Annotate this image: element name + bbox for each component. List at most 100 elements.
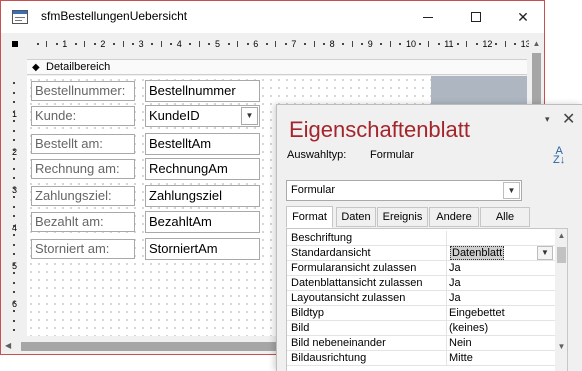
property-tabs: Format Daten Ereignis Andere Alle bbox=[286, 206, 566, 228]
property-row[interactable]: Beschriftung bbox=[287, 231, 555, 246]
maximize-icon bbox=[471, 12, 481, 22]
control-label[interactable]: Bestellt am: bbox=[31, 134, 135, 154]
pane-close-icon[interactable]: ✕ bbox=[562, 109, 575, 129]
tab-alle[interactable]: Alle bbox=[480, 207, 530, 227]
control-textbox[interactable]: Zahlungsziel bbox=[145, 185, 260, 207]
ruler-dot bbox=[494, 43, 497, 45]
ruler-tick bbox=[466, 41, 468, 47]
property-sheet: ▾ ✕ Eigenschaftenblatt Auswahltyp: Formu… bbox=[276, 104, 582, 371]
property-scrollbar[interactable]: ▲ ▼ bbox=[555, 229, 567, 371]
ruler-dot bbox=[13, 253, 15, 255]
ruler-dot bbox=[13, 215, 15, 217]
ruler-dot bbox=[74, 43, 77, 45]
property-value[interactable]: Eingebettet bbox=[449, 307, 505, 319]
property-divider bbox=[446, 276, 447, 291]
form-selector[interactable] bbox=[9, 38, 21, 50]
control-textbox[interactable]: StorniertAm bbox=[145, 238, 260, 260]
ruler-dot bbox=[437, 43, 440, 45]
property-value[interactable]: Mitte bbox=[449, 352, 473, 364]
object-select-value: Formular bbox=[291, 184, 336, 196]
control-textbox[interactable]: RechnungAm bbox=[145, 158, 260, 180]
scroll-down-icon[interactable]: ▼ bbox=[555, 342, 567, 351]
property-name: Bildausrichtung bbox=[291, 352, 367, 364]
property-value[interactable]: Nein bbox=[449, 337, 472, 349]
property-value[interactable]: Ja bbox=[449, 292, 461, 304]
property-value[interactable]: Ja bbox=[449, 262, 461, 274]
title-bar[interactable]: sfmBestellungenUebersicht ✕ bbox=[1, 1, 544, 33]
object-select[interactable]: Formular ▼ bbox=[286, 180, 522, 201]
property-divider bbox=[446, 231, 447, 246]
property-row[interactable]: Bild nebeneinander Nein bbox=[287, 336, 555, 351]
ruler-dot bbox=[13, 91, 15, 94]
property-row[interactable]: Datenblattansicht zulassen Ja bbox=[287, 276, 555, 291]
ruler-tick bbox=[389, 41, 391, 47]
property-row[interactable]: Bildtyp Eingebettet bbox=[287, 306, 555, 321]
scroll-up-icon[interactable]: ▲ bbox=[529, 39, 544, 49]
ruler-dot bbox=[13, 262, 15, 265]
tab-format[interactable]: Format bbox=[286, 206, 333, 228]
scroll-thumb[interactable] bbox=[557, 247, 566, 263]
close-button[interactable]: ✕ bbox=[500, 1, 544, 33]
control-label[interactable]: Bestellnummer: bbox=[31, 81, 135, 101]
control-label[interactable]: Kunde: bbox=[31, 106, 135, 126]
property-row[interactable]: Bildausrichtung Mitte bbox=[287, 351, 555, 366]
property-divider bbox=[446, 336, 447, 351]
ruler-dot bbox=[13, 167, 15, 170]
minimize-button[interactable] bbox=[405, 1, 451, 33]
chevron-down-icon[interactable]: ▼ bbox=[241, 107, 258, 125]
close-icon: ✕ bbox=[517, 8, 529, 25]
ruler-number: 3 bbox=[138, 39, 144, 49]
window-title: sfmBestellungenUebersicht bbox=[41, 9, 188, 23]
ruler-dot bbox=[13, 82, 15, 84]
ruler-tick bbox=[122, 41, 124, 47]
pane-options-icon[interactable]: ▾ bbox=[545, 114, 550, 125]
chevron-down-icon[interactable]: ▼ bbox=[503, 182, 520, 199]
tab-daten[interactable]: Daten bbox=[336, 207, 376, 227]
ruler-dot bbox=[323, 43, 325, 45]
tab-ereignis[interactable]: Ereignis bbox=[377, 207, 428, 227]
ruler-dot bbox=[342, 43, 345, 45]
ruler-dot bbox=[361, 43, 364, 45]
horizontal-ruler[interactable]: 1 2 3 4 5 6 7 8 9 10 11 12 13 bbox=[27, 38, 531, 50]
ruler-dot bbox=[13, 148, 15, 151]
property-value[interactable]: Datenblatt bbox=[450, 246, 505, 260]
control-textbox[interactable]: BestelltAm bbox=[145, 133, 260, 155]
control-label[interactable]: Rechnung am: bbox=[31, 159, 135, 179]
property-name: Bild bbox=[291, 322, 310, 334]
ruler-dot bbox=[380, 43, 383, 45]
property-row[interactable]: Standardansicht Datenblatt ▼ bbox=[287, 246, 555, 261]
ruler-dot bbox=[399, 43, 402, 45]
sort-icon[interactable]: A Z↓ bbox=[553, 146, 565, 166]
scroll-up-icon[interactable]: ▲ bbox=[555, 231, 567, 240]
tab-andere[interactable]: Andere bbox=[429, 207, 479, 227]
property-row[interactable]: Formularansicht zulassen Ja bbox=[287, 261, 555, 276]
ruler-number: 11 bbox=[444, 39, 454, 49]
control-textbox[interactable]: Bestellnummer bbox=[145, 80, 260, 102]
ruler-number: 6 bbox=[253, 39, 259, 49]
section-header-detail[interactable]: ◆ Detailbereich bbox=[27, 59, 527, 75]
control-combobox[interactable]: KundeID ▼ bbox=[145, 105, 260, 127]
ruler-dot bbox=[93, 43, 96, 45]
maximize-button[interactable] bbox=[453, 1, 499, 33]
ruler-dot bbox=[13, 205, 15, 208]
control-label[interactable]: Bezahlt am: bbox=[31, 212, 135, 232]
property-row[interactable]: Layoutansicht zulassen Ja bbox=[287, 291, 555, 306]
scroll-left-icon[interactable]: ◀ bbox=[5, 341, 11, 350]
property-value[interactable]: Ja bbox=[449, 277, 461, 289]
ruler-dot bbox=[55, 43, 58, 45]
ruler-dot bbox=[13, 158, 15, 160]
control-label[interactable]: Storniert am: bbox=[31, 239, 135, 259]
property-value[interactable]: (keines) bbox=[449, 322, 488, 334]
ruler-dot bbox=[475, 43, 478, 45]
selector-square-icon bbox=[12, 41, 18, 47]
ruler-dot bbox=[13, 281, 15, 284]
vertical-ruler[interactable]: 123456 bbox=[9, 76, 21, 336]
ruler-dot bbox=[246, 43, 249, 45]
chevron-down-icon[interactable]: ▼ bbox=[537, 246, 553, 260]
property-grid: Beschriftung Standardansicht Datenblatt ▼ Fo… bbox=[286, 228, 568, 371]
ruler-dot bbox=[284, 43, 287, 45]
property-divider bbox=[446, 321, 447, 336]
control-textbox[interactable]: BezahltAm bbox=[145, 211, 260, 233]
control-label[interactable]: Zahlungsziel: bbox=[31, 186, 135, 206]
property-row[interactable]: Bild (keines) bbox=[287, 321, 555, 336]
